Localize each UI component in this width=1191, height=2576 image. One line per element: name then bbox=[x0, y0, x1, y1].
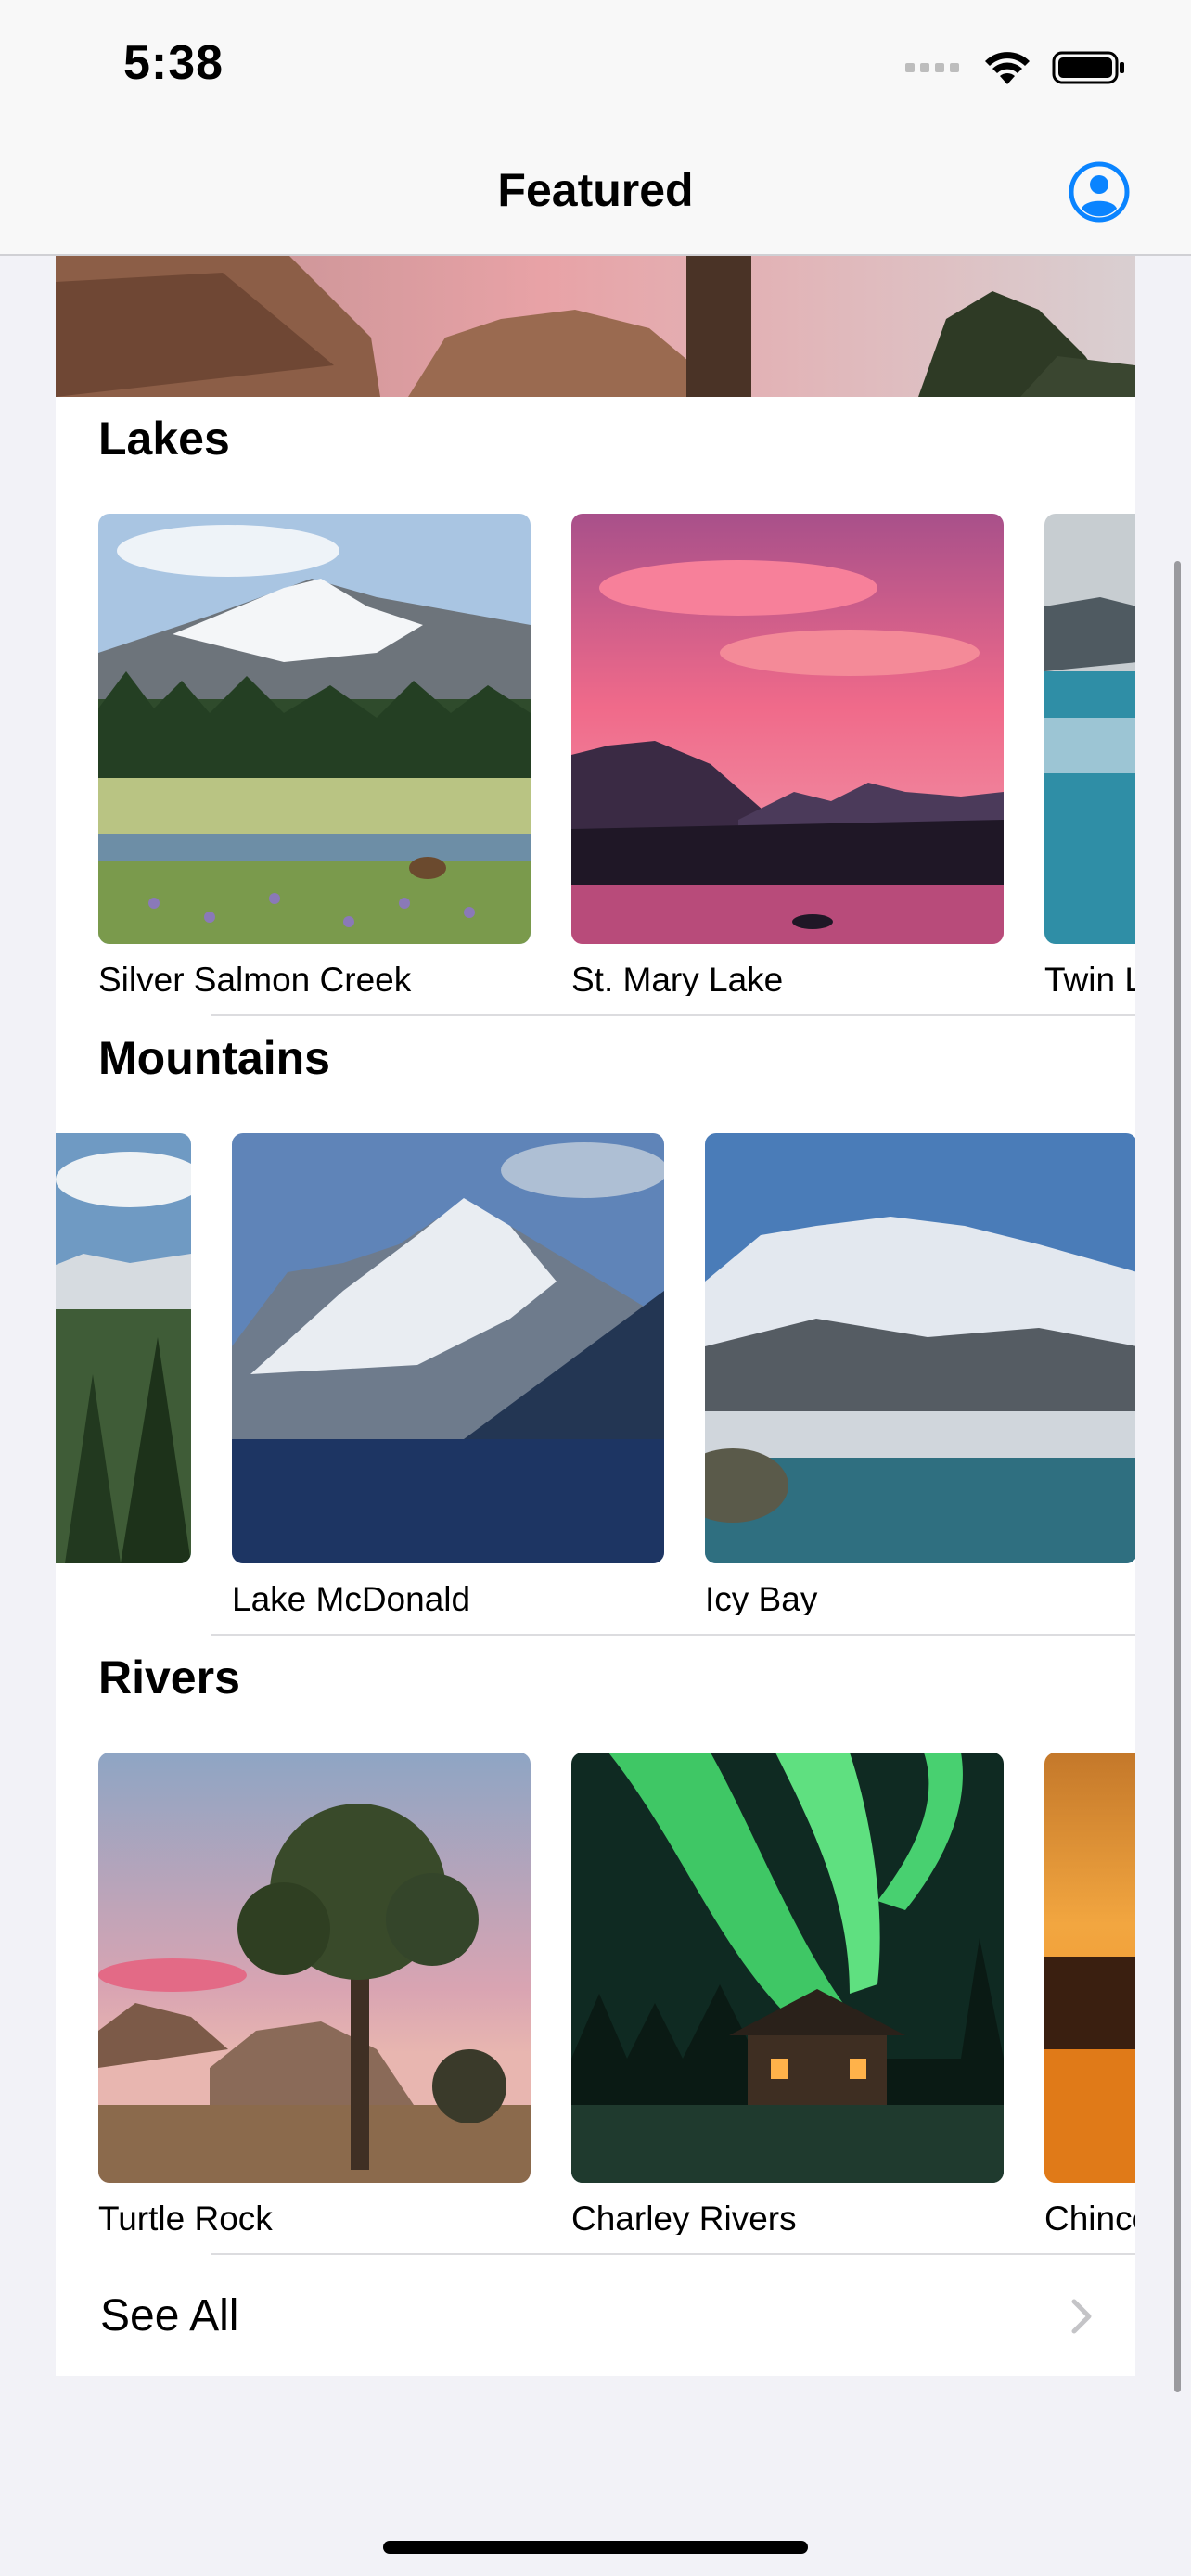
page-title: Featured bbox=[497, 164, 694, 216]
battery-icon bbox=[1052, 51, 1124, 84]
rivers-carousel[interactable]: Turtle Rock Charley Rivers Chinc bbox=[56, 1753, 1135, 2235]
section-divider bbox=[211, 2253, 1135, 2255]
landmark-card[interactable]: Charley Rivers bbox=[571, 1753, 1004, 2235]
landmark-thumbnail bbox=[98, 1753, 531, 2183]
section-title-rivers: Rivers bbox=[98, 1651, 240, 1703]
landmark-card[interactable]: Chinco bbox=[1044, 1753, 1135, 2235]
landmark-name: Twin L bbox=[1044, 961, 1135, 996]
landmark-name: Turtle Rock bbox=[98, 2200, 273, 2235]
cellular-signal-icon bbox=[905, 63, 959, 72]
scroll-indicator[interactable] bbox=[1174, 561, 1181, 2392]
landmark-card[interactable]: Turtle Rock bbox=[98, 1753, 531, 2235]
landmark-card[interactable]: Icy Bay bbox=[705, 1133, 1135, 1615]
section-divider bbox=[211, 1634, 1135, 1636]
see-all-row[interactable]: See All bbox=[56, 2257, 1135, 2376]
landmark-name: Icy Bay bbox=[705, 1580, 818, 1615]
hero-banner-image[interactable] bbox=[56, 254, 1135, 397]
mountains-carousel[interactable]: Lake McDonald Icy Bay bbox=[56, 1133, 1135, 1615]
landmark-card[interactable]: St. Mary Lake bbox=[571, 514, 1004, 996]
landmark-thumbnail bbox=[232, 1133, 664, 1563]
landmark-thumbnail bbox=[571, 1753, 1004, 2183]
landmark-thumbnail bbox=[1044, 514, 1135, 944]
lakes-carousel[interactable]: Silver Salmon Creek St. Mary Lake Twin L bbox=[56, 514, 1135, 996]
section-title-lakes: Lakes bbox=[98, 413, 230, 465]
section-divider bbox=[211, 1014, 1135, 1016]
status-time: 5:38 bbox=[123, 36, 224, 90]
landmark-name: Charley Rivers bbox=[571, 2200, 797, 2235]
see-all-label: See All bbox=[100, 2291, 239, 2340]
landmark-name: Silver Salmon Creek bbox=[98, 961, 412, 996]
navigation-bar: 5:38 Featured bbox=[0, 0, 1191, 256]
landmark-card[interactable] bbox=[56, 1133, 191, 1580]
landmark-thumbnail bbox=[571, 514, 1004, 944]
featured-list[interactable]: Lakes Silver Salmon Creek St. Mary Lake … bbox=[56, 254, 1135, 2376]
landmark-thumbnail bbox=[98, 514, 531, 944]
landmark-name: Chinco bbox=[1044, 2200, 1135, 2235]
landmark-thumbnail bbox=[1044, 1753, 1135, 2183]
status-icons bbox=[905, 45, 1126, 91]
landmark-name: Lake McDonald bbox=[232, 1580, 471, 1615]
landmark-card[interactable]: Twin L bbox=[1044, 514, 1135, 996]
person-crop-circle-icon[interactable] bbox=[1069, 161, 1130, 223]
landmark-thumbnail bbox=[56, 1133, 191, 1563]
section-title-mountains: Mountains bbox=[98, 1032, 330, 1084]
chevron-right-icon bbox=[1071, 2299, 1092, 2334]
wifi-icon bbox=[985, 52, 1030, 84]
home-indicator[interactable] bbox=[383, 2541, 808, 2554]
landmark-name: St. Mary Lake bbox=[571, 961, 784, 996]
landmark-card[interactable]: Silver Salmon Creek bbox=[98, 514, 531, 996]
landmark-card[interactable]: Lake McDonald bbox=[232, 1133, 664, 1615]
landmark-thumbnail bbox=[705, 1133, 1135, 1563]
